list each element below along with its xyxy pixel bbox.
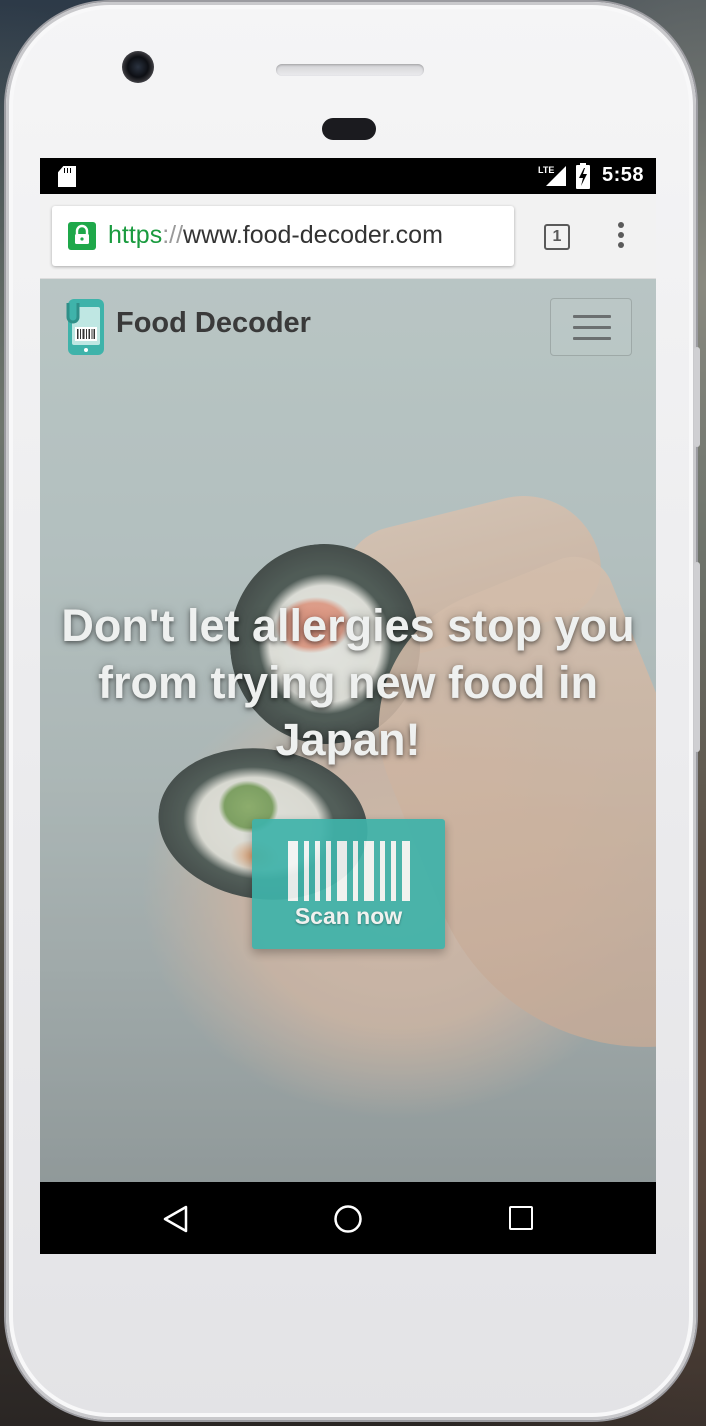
tab-switcher-icon[interactable]: 1	[544, 224, 570, 250]
battery-charging-icon	[576, 163, 590, 189]
phone-screen: LTE 5:58 https://www.food-decoder.com 1	[40, 158, 656, 1254]
back-icon[interactable]	[162, 1204, 190, 1234]
svg-text:LTE: LTE	[538, 165, 554, 175]
volume-button	[694, 562, 700, 752]
url-separator: ://	[162, 221, 184, 249]
lock-icon[interactable]	[68, 222, 96, 250]
power-button	[694, 347, 700, 447]
proximity-sensor	[322, 118, 376, 140]
brand-name[interactable]: Food Decoder	[116, 307, 311, 340]
hamburger-menu-icon[interactable]	[550, 298, 632, 356]
status-bar: LTE 5:58	[40, 158, 656, 194]
address-bar[interactable]: https://www.food-decoder.com	[52, 206, 514, 266]
site-navbar: Food Decoder	[40, 279, 656, 375]
url-host: www.food-decoder.com	[183, 221, 443, 249]
scan-now-label: Scan now	[294, 903, 403, 929]
food-decoder-logo-icon[interactable]	[66, 297, 106, 357]
barcode-icon	[288, 841, 410, 901]
browser-toolbar: https://www.food-decoder.com 1	[40, 194, 656, 279]
sd-card-icon	[58, 166, 76, 187]
web-content: Food Decoder Don't let allergies stop yo…	[40, 279, 656, 1182]
front-camera	[122, 51, 154, 83]
scan-now-button[interactable]: Scan now	[252, 819, 445, 949]
recents-icon[interactable]	[509, 1206, 533, 1230]
lte-signal-icon: LTE	[538, 165, 566, 186]
hero-title: Don't let allergies stop you from trying…	[61, 600, 635, 765]
url-scheme: https	[108, 221, 163, 249]
overflow-menu-icon[interactable]	[614, 222, 628, 252]
status-time: 5:58	[602, 164, 645, 186]
android-navigation-bar	[40, 1182, 656, 1254]
earpiece-speaker	[276, 64, 424, 76]
url-text[interactable]: https://www.food-decoder.com	[108, 221, 443, 250]
home-icon[interactable]	[333, 1204, 363, 1234]
